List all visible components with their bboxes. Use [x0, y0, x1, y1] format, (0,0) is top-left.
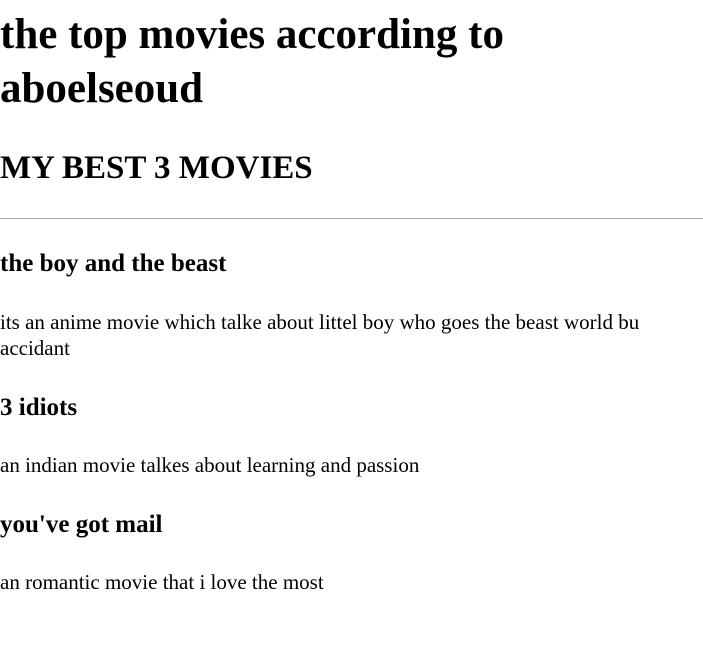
movie-description: an indian movie talkes about learning an… [0, 453, 420, 477]
movie-description: an romantic movie that i love the most [0, 570, 324, 594]
movie-description: its an anime movie which talke about lit… [0, 310, 640, 360]
movie-item: you've got mail an romantic movie that i… [0, 510, 703, 595]
movie-title: 3 idiots [0, 394, 78, 421]
movie-item: 3 idiots an indian movie talkes about le… [0, 393, 703, 478]
movie-title: you've got mail [0, 511, 163, 538]
section-subtitle: MY BEST 3 MOVIES [0, 150, 313, 186]
movie-title: the boy and the beast [0, 250, 227, 277]
page-title: the top movies according to aboelseoud [0, 11, 504, 112]
page-content: the top movies according to aboelseoud M… [0, 8, 703, 595]
divider [0, 218, 703, 219]
movie-item: the boy and the beast its an anime movie… [0, 249, 703, 361]
